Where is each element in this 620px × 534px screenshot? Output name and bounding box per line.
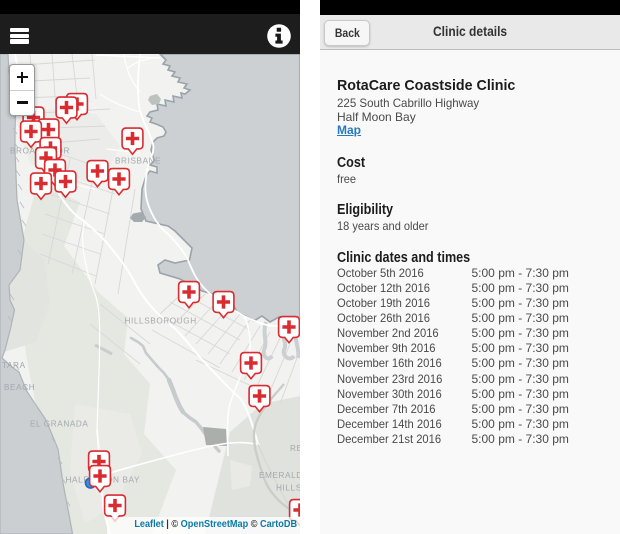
svg-text:HILLS: HILLS [276,484,300,493]
svg-text:BEACH: BEACH [4,383,35,392]
svg-text:RE: RE [290,444,300,453]
svg-text:EL GRANADA: EL GRANADA [30,420,88,429]
svg-text:TARA: TARA [2,361,26,370]
svg-text:EMERALD: EMERALD [259,471,300,480]
svg-text:BRISBANE: BRISBANE [115,157,161,166]
svg-text:HILLSBOROUGH: HILLSBOROUGH [125,317,197,326]
